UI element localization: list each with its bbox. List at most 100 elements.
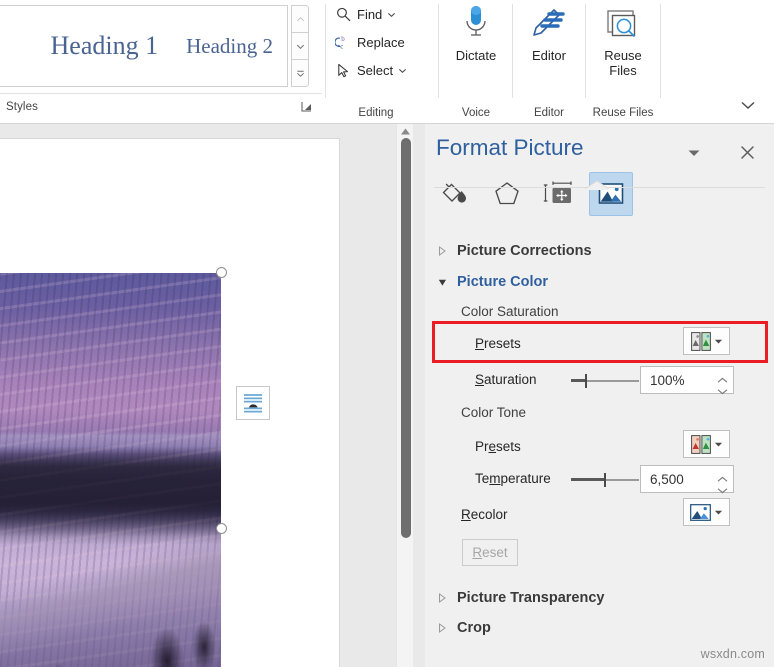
saturation-presets-label-rest: resets [484,336,521,351]
color-tone-group-label: Color Tone [461,405,527,420]
temperature-spinner[interactable] [640,465,734,494]
section-picture-corrections[interactable]: Picture Corrections [438,241,592,261]
color-saturation-group-label: Color Saturation [461,304,559,319]
spinner-up-button[interactable] [717,371,728,383]
recolor-dropdown[interactable] [683,498,730,526]
saturation-label: Saturation [475,372,537,387]
reuse-files-icon [607,10,636,37]
collapse-ribbon-button[interactable] [738,95,758,115]
recolor-label-rest: ecolor [470,507,508,522]
layout-options-button[interactable] [236,386,270,420]
document-scrollbar[interactable] [396,124,413,667]
tab-fill-and-line[interactable] [433,172,477,216]
ribbon-group-editor: Editor Editor [516,0,582,123]
selection-handle-top-right[interactable] [216,267,227,278]
styles-group-label: Styles [6,101,38,113]
ribbon-group-reuse-files: Reuse Files Reuse Files [589,0,657,123]
saturation-input[interactable] [641,367,713,393]
temperature-label-accesskey: m [489,471,501,486]
find-button[interactable]: Find [331,0,421,28]
styles-gallery-scroll [291,5,309,87]
reset-label-rest: eset [482,545,508,560]
spinner-up-button[interactable] [717,470,728,482]
reset-button[interactable]: Reset [462,539,518,566]
style-heading-2[interactable]: Heading 2 [172,7,287,85]
editor-button[interactable]: Editor [516,4,582,64]
section-picture-color[interactable]: Picture Color [438,272,548,292]
editor-label: Editor [532,48,566,63]
saturation-slider[interactable] [571,372,639,390]
color-tone-presets-label: Presets [475,439,521,454]
chevron-down-icon [714,510,723,514]
section-picture-transparency[interactable]: Picture Transparency [438,588,605,608]
styles-scroll-down-button[interactable] [291,32,309,60]
layout-options-icon [244,394,262,413]
tab-picture[interactable] [589,172,633,216]
saturation-slider-knob[interactable] [584,374,588,388]
replace-icon: b c [335,34,345,50]
reuse-files-group-label: Reuse Files [592,107,654,119]
tone-presets-icon [690,434,711,454]
recolor-label-accesskey: R [461,507,471,522]
saturation-spinner[interactable] [640,366,734,395]
temperature-label: Temperature [475,471,551,486]
saturation-presets-dropdown[interactable] [683,327,730,355]
ribbon: Heading 1 Heading 2 Styles Find b c Repl… [0,0,774,124]
picture-object[interactable] [0,273,221,667]
triangle-up-icon [401,128,410,134]
find-label: Find [357,6,383,22]
styles-dialog-launcher-icon[interactable] [300,100,314,114]
svg-text:c: c [340,42,343,50]
chevron-down-icon[interactable] [387,10,396,19]
saturation-label-accesskey: S [475,372,485,387]
chevron-up-icon [296,16,304,21]
styles-gallery[interactable]: Heading 1 Heading 2 [0,5,288,87]
style-heading-1[interactable]: Heading 1 [37,7,173,85]
paint-bucket-icon [442,183,466,203]
tab-effects[interactable] [485,172,529,216]
recolor-label: Recolor [461,507,508,522]
selection-handle-middle-right[interactable] [216,523,227,534]
chevron-down-icon[interactable] [398,66,407,75]
chevron-down-icon [714,442,722,446]
section-title-picture-corrections: Picture Corrections [457,243,592,259]
group-separator-2 [438,4,439,98]
color-tone-presets-dropdown[interactable] [683,430,730,458]
chevron-down-icon [741,101,755,109]
dictate-button[interactable]: Dictate [442,4,510,64]
editing-group-label: Editing [358,107,394,119]
document-page[interactable] [0,138,340,667]
search-icon [337,7,351,21]
chevron-down-icon [717,488,727,494]
replace-label: Replace [357,34,405,50]
scrollbar-thumb[interactable] [400,138,411,538]
tone-presets-label-accesskey: e [488,439,497,454]
select-button[interactable]: Select [331,56,421,84]
panel-options-menu-button[interactable] [683,143,705,163]
reuse-files-button[interactable]: Reuse Files [589,4,657,79]
dictate-label: Dictate [455,48,497,63]
chevron-down-icon [717,389,727,395]
temperature-input[interactable] [641,466,713,492]
scroll-up-button[interactable] [397,124,414,138]
close-panel-button[interactable] [736,141,758,163]
spinner-down-button[interactable] [717,382,728,395]
cursor-arrow-icon [338,63,349,77]
spinner-down-button[interactable] [717,481,728,494]
styles-more-button[interactable] [291,59,309,87]
selected-picture-wrapper[interactable] [0,273,221,667]
styles-scroll-up-button[interactable] [291,5,309,33]
temperature-slider[interactable] [571,471,639,489]
section-crop[interactable]: Crop [438,618,491,638]
saturation-presets-icon [690,331,711,351]
microphone-icon [466,6,486,36]
replace-button[interactable]: b c Replace [331,28,421,56]
format-picture-panel: Format Picture Picture Corrections Pictu… [425,124,774,667]
saturation-spinner-arrows [715,369,729,395]
document-area[interactable] [0,124,425,667]
tone-presets-label-a: Pr [475,439,489,454]
size-arrows-icon [543,181,572,203]
temperature-slider-knob[interactable] [603,473,607,487]
tab-layout-and-properties[interactable] [537,172,581,216]
group-separator-3 [512,4,513,98]
